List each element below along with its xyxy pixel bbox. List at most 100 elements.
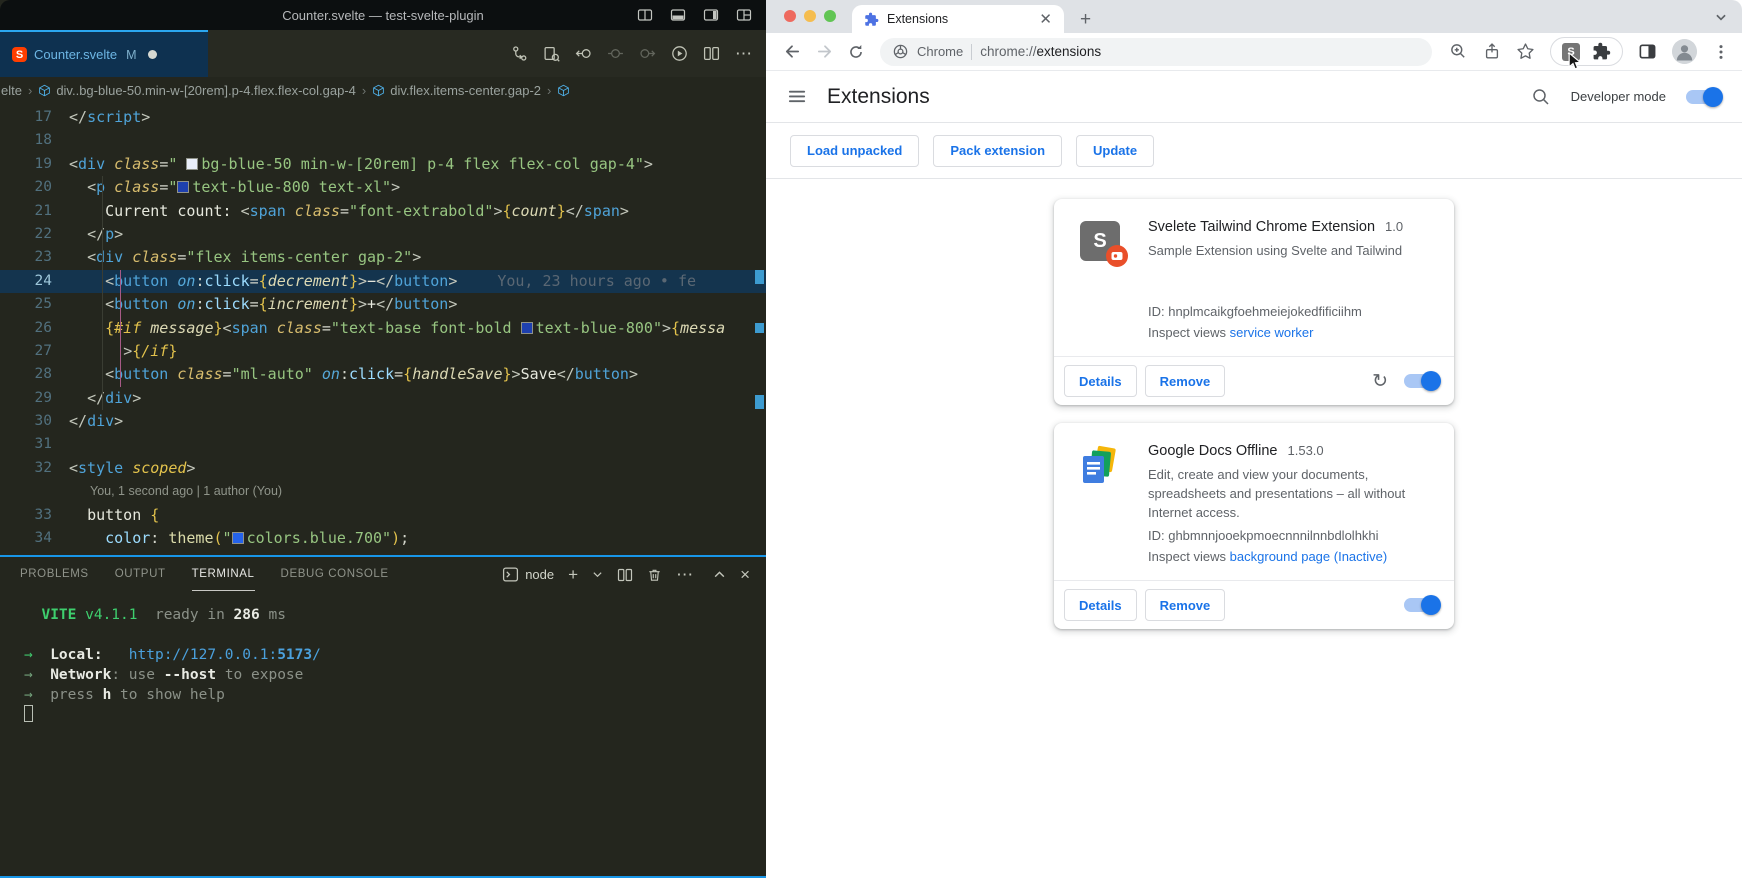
maximize-panel-icon[interactable] xyxy=(713,568,726,581)
split-editor-layout-icon[interactable] xyxy=(637,7,653,23)
code-line-27[interactable]: 27 >{/if} xyxy=(0,340,766,363)
code-line-34[interactable]: 34 color: theme("colors.blue.700"); xyxy=(0,527,766,550)
url-text[interactable]: chrome://extensions xyxy=(980,44,1101,59)
line-number: 28 xyxy=(0,363,52,386)
back-button[interactable] xyxy=(780,42,804,61)
unsaved-dot-icon[interactable] xyxy=(148,50,157,59)
tab-debug-console[interactable]: DEBUG CONSOLE xyxy=(281,558,389,591)
share-icon[interactable] xyxy=(1483,42,1501,61)
remove-button[interactable]: Remove xyxy=(1145,365,1226,397)
codelens-annotation[interactable]: You, 1 second ago | 1 author (You) xyxy=(52,480,282,503)
extension-enabled-toggle[interactable] xyxy=(1404,598,1438,612)
extensions-menu-icon[interactable] xyxy=(1592,42,1611,61)
reload-button[interactable] xyxy=(844,43,868,61)
close-window-button[interactable] xyxy=(784,10,796,22)
menu-kebab-icon[interactable] xyxy=(1712,43,1730,61)
close-panel-icon[interactable]: × xyxy=(740,566,750,583)
shell-name[interactable]: node xyxy=(525,567,554,582)
breadcrumb-node[interactable]: div..bg-blue-50.min-w-[20rem].p-4.flex.f… xyxy=(56,83,356,98)
inspect-views-link[interactable]: background page (Inactive) xyxy=(1230,549,1388,564)
svelte-file-icon: S xyxy=(12,47,27,62)
extension-enabled-toggle[interactable] xyxy=(1404,374,1438,388)
code-line-25[interactable]: 25 <button on:click={increment}>+</butto… xyxy=(0,293,766,316)
customize-layout-icon[interactable] xyxy=(736,7,752,23)
code-line-28[interactable]: 28 <button class="ml-auto" on:click={han… xyxy=(0,363,766,386)
nav-node-icon[interactable] xyxy=(607,45,624,62)
line-number: 20 xyxy=(0,176,52,199)
tab-output[interactable]: OUTPUT xyxy=(115,558,166,591)
open-preview-icon[interactable] xyxy=(543,45,560,62)
tab-terminal[interactable]: TERMINAL xyxy=(192,558,255,591)
search-icon[interactable] xyxy=(1531,87,1551,107)
extension-version: 1.53.0 xyxy=(1288,443,1324,458)
toggle-secondary-sidebar-icon[interactable] xyxy=(703,7,719,23)
code-line-30[interactable]: 30</div> xyxy=(0,410,766,433)
load-unpacked-button[interactable]: Load unpacked xyxy=(790,135,919,167)
code-line-23[interactable]: 23 <div class="flex items-center gap-2"> xyxy=(0,246,766,269)
code-line-22[interactable]: 22 </p> xyxy=(0,223,766,246)
details-button[interactable]: Details xyxy=(1064,589,1137,621)
pinned-extension-svelte[interactable]: S xyxy=(1562,43,1580,61)
terminal-shell-icon[interactable] xyxy=(502,566,519,583)
browser-tab-extensions[interactable]: Extensions ✕ xyxy=(852,5,1064,33)
code-line-21[interactable]: 21 Current count: <span class="font-extr… xyxy=(0,200,766,223)
bookmark-star-icon[interactable] xyxy=(1516,42,1535,61)
developer-mode-toggle[interactable] xyxy=(1686,90,1720,104)
line-number: 23 xyxy=(0,246,52,269)
line-number: 30 xyxy=(0,410,52,433)
terminal-dropdown-icon[interactable] xyxy=(592,569,603,580)
reload-extension-icon[interactable]: ↻ xyxy=(1372,372,1388,391)
card-footer: Details Remove xyxy=(1054,580,1454,629)
side-panel-icon[interactable] xyxy=(1638,42,1657,61)
tab-counter-svelte[interactable]: S Counter.svelte M xyxy=(0,30,208,77)
more-actions-icon[interactable]: ⋯ xyxy=(735,45,752,62)
code-line-33[interactable]: 33 button { xyxy=(0,504,766,527)
inspect-views-link[interactable]: service worker xyxy=(1230,325,1314,340)
zoom-window-button[interactable] xyxy=(824,10,836,22)
tab-problems[interactable]: PROBLEMS xyxy=(20,558,89,591)
split-editor-icon[interactable] xyxy=(703,45,720,62)
code-line-18[interactable]: 18 xyxy=(0,129,766,152)
code-line-17[interactable]: 17</script> xyxy=(0,106,766,129)
inspect-views-row: Inspect views background page (Inactive) xyxy=(1148,549,1434,572)
tab-search-chevron-icon[interactable] xyxy=(1714,10,1728,24)
window-title: Counter.svelte — test-svelte-plugin xyxy=(282,8,484,23)
minimize-window-button[interactable] xyxy=(804,10,816,22)
mouse-cursor xyxy=(1568,52,1583,71)
code-line-26[interactable]: 26 {#if message}<span class="text-base f… xyxy=(0,317,766,340)
code-line-19[interactable]: 19<div class=" bg-blue-50 min-w-[20rem] … xyxy=(0,153,766,176)
details-button[interactable]: Details xyxy=(1064,365,1137,397)
breadcrumb-node[interactable]: div.flex.items-center.gap-2 xyxy=(390,83,541,98)
run-icon[interactable] xyxy=(671,45,688,62)
forward-button[interactable] xyxy=(812,42,836,61)
code-line-24[interactable]: 24 <button on:click={decrement}>−</butto… xyxy=(0,270,766,293)
breadcrumb-file[interactable]: elte xyxy=(1,83,22,98)
line-number: 34 xyxy=(0,527,52,550)
update-button[interactable]: Update xyxy=(1076,135,1154,167)
nav-back-icon[interactable] xyxy=(575,45,592,62)
code-line-20[interactable]: 20 <p class="text-blue-800 text-xl"> xyxy=(0,176,766,199)
nav-forward-icon[interactable] xyxy=(639,45,656,62)
color-swatch xyxy=(186,158,198,170)
split-terminal-icon[interactable] xyxy=(617,567,633,583)
new-terminal-icon[interactable]: + xyxy=(568,566,578,583)
kill-terminal-trash-icon[interactable] xyxy=(647,567,662,583)
toggle-panel-icon[interactable] xyxy=(670,7,686,23)
code-editor[interactable]: 17</script>1819<div class=" bg-blue-50 m… xyxy=(0,103,766,555)
code-line-32[interactable]: 32<style scoped> xyxy=(0,457,766,480)
profile-avatar[interactable] xyxy=(1672,39,1697,64)
address-bar[interactable]: Chrome chrome://extensions xyxy=(880,38,1432,66)
inspect-views-row: Inspect views service worker xyxy=(1148,325,1434,348)
zoom-page-icon[interactable] xyxy=(1449,42,1468,61)
panel-more-icon[interactable]: ⋯ xyxy=(676,566,693,583)
code-line-29[interactable]: 29 </div> xyxy=(0,387,766,410)
breadcrumb[interactable]: elte › div..bg-blue-50.min-w-[20rem].p-4… xyxy=(0,77,766,103)
open-changes-icon[interactable] xyxy=(511,45,528,62)
code-line-31[interactable]: 31 xyxy=(0,433,766,456)
new-tab-button[interactable]: + xyxy=(1080,10,1091,29)
pack-extension-button[interactable]: Pack extension xyxy=(933,135,1062,167)
terminal[interactable]: VITE v4.1.1 ready in 286 ms→ Local: http… xyxy=(0,592,766,725)
close-tab-icon[interactable]: ✕ xyxy=(1035,12,1056,27)
remove-button[interactable]: Remove xyxy=(1145,589,1226,621)
hamburger-menu-icon[interactable] xyxy=(788,87,807,106)
